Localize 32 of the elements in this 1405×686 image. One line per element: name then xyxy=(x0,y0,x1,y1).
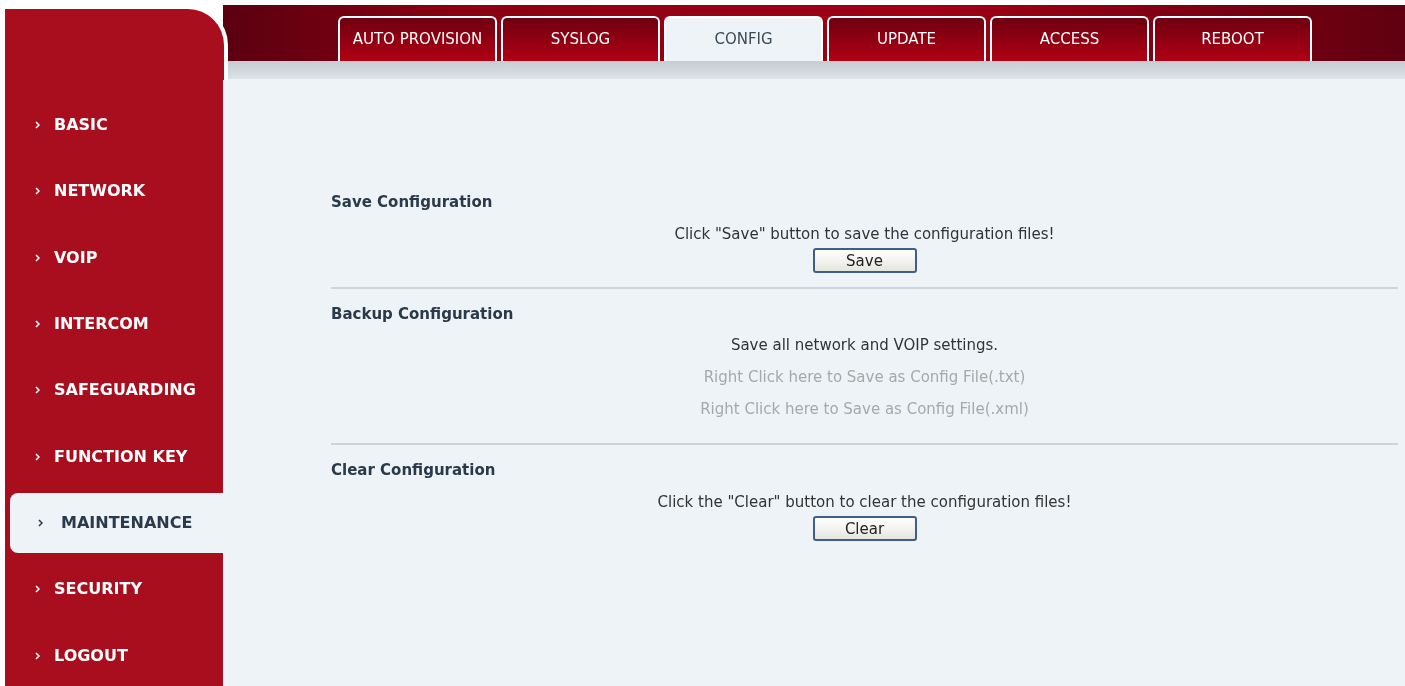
tab[interactable]: CONFIG xyxy=(664,16,823,61)
chevron-icon xyxy=(35,452,40,461)
section-title: Backup Configuration xyxy=(331,303,515,325)
chevron-icon xyxy=(35,121,40,130)
sidebar-item[interactable]: BASIC xyxy=(5,95,223,156)
chevron-icon xyxy=(38,519,43,528)
chevron-icon xyxy=(35,253,40,262)
chevron-icon xyxy=(35,651,40,660)
tab[interactable]: REBOOT xyxy=(1153,16,1312,61)
tab[interactable]: ACCESS xyxy=(990,16,1149,61)
sidebar-item[interactable]: NETWORK xyxy=(5,161,223,222)
description-text: Click "Save" button to save the configuration files! xyxy=(674,223,1055,245)
sidebar-item[interactable]: FUNCTION KEY xyxy=(5,426,223,487)
chevron-icon xyxy=(35,585,40,594)
description-text: Save all network and VOIP settings. xyxy=(730,335,999,356)
sidebar-item[interactable]: INTERCOM xyxy=(5,294,223,355)
sidebar-item[interactable]: MAINTENANCE xyxy=(10,492,223,554)
sidebar-item[interactable]: VOIP xyxy=(5,227,223,288)
sidebar-item[interactable]: SAFEGUARDING xyxy=(5,360,223,421)
sidebar-item[interactable]: LOGOUT xyxy=(5,625,223,686)
action-button[interactable]: Save xyxy=(812,247,917,273)
description-text: Click the "Clear" button to clear the configuration files! xyxy=(657,491,1072,513)
sidebar-item[interactable]: SECURITY xyxy=(5,559,223,620)
tab[interactable]: UPDATE xyxy=(827,16,986,61)
chevron-icon xyxy=(35,320,40,329)
chevron-icon xyxy=(35,187,40,196)
action-button[interactable]: Clear xyxy=(812,515,917,541)
tab[interactable]: AUTO PROVISION xyxy=(338,16,497,61)
tab[interactable]: SYSLOG xyxy=(501,16,660,61)
section-title: Save Configuration xyxy=(331,192,494,213)
section-title: Clear Configuration xyxy=(331,460,497,481)
chevron-icon xyxy=(35,386,40,395)
